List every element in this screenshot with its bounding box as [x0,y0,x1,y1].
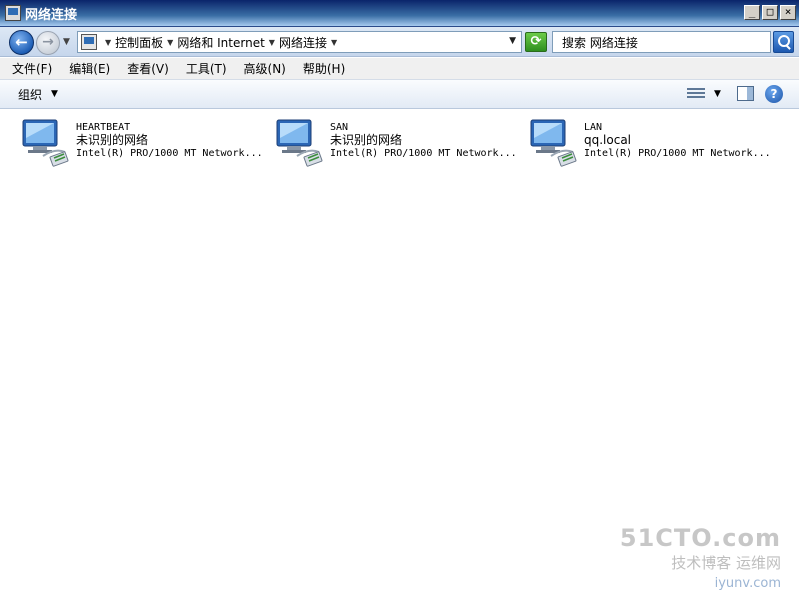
watermark-ops: 运维网 [735,554,781,572]
menu-advanced[interactable]: 高级(N) [244,60,286,77]
network-connection-icon [276,119,323,167]
views-dropdown-icon[interactable]: ▼ [714,89,721,99]
views-icon[interactable] [687,86,705,101]
connection-device: Intel(R) PRO/1000 MT Network... [76,148,263,159]
organize-button[interactable]: 组织 [18,86,42,103]
connection-device: Intel(R) PRO/1000 MT Network... [584,148,771,159]
command-bar: 组织 ▼ ▼ ? [0,79,799,109]
connection-item-san[interactable]: SAN 未识别的网络 Intel(R) PRO/1000 MT Network.… [275,118,525,168]
search-icon[interactable] [773,31,794,53]
search-input[interactable]: 搜索 网络连接 [552,31,771,53]
menu-bar: 文件(F) 编辑(E) 查看(V) 工具(T) 高级(N) 帮助(H) [0,58,799,79]
chevron-right-icon[interactable]: ▼ [105,38,111,47]
breadcrumb-control-panel[interactable]: 控制面板 [115,34,163,51]
breadcrumb-network-internet[interactable]: 网络和 Internet [177,34,264,51]
watermark-domain-text: iyunv.com [714,576,781,591]
window-title: 网络连接 [25,7,78,23]
watermark-domain: iyunv.com [620,573,781,591]
search-placeholder: 搜索 网络连接 [562,35,638,50]
watermark: 51CTO.com 技术博客 运维网 iyunv.com [620,524,781,591]
menu-view[interactable]: 查看(V) [127,60,169,77]
control-panel-icon [81,34,97,50]
connection-details: LAN qq.local Intel(R) PRO/1000 MT Networ… [584,121,771,160]
connection-status: 未识别的网络 [330,133,403,147]
watermark-blog: 技术博客 [671,554,732,572]
breadcrumb-network-connections[interactable]: 网络连接 [279,34,327,51]
help-icon[interactable]: ? [765,85,783,103]
connection-details: SAN 未识别的网络 Intel(R) PRO/1000 MT Network.… [330,121,517,160]
menu-edit[interactable]: 编辑(E) [69,60,110,77]
window-icon [5,5,21,21]
menu-help[interactable]: 帮助(H) [303,60,345,77]
network-connection-icon [530,119,577,167]
address-bar[interactable]: ▼ 控制面板 ▼ 网络和 Internet ▼ 网络连接 ▼ ▼ [77,31,522,53]
address-history-dropdown-icon[interactable]: ▼ [509,36,516,46]
connection-status: 未识别的网络 [76,133,149,147]
menu-tools[interactable]: 工具(T) [186,60,227,77]
chevron-down-icon[interactable]: ▼ [331,38,337,47]
preview-pane-icon[interactable] [737,86,754,101]
navigation-bar: ← → ▼ ▼ 控制面板 ▼ 网络和 Internet ▼ 网络连接 ▼ ▼ ⟳… [0,27,799,57]
connections-view: HEARTBEAT 未识别的网络 Intel(R) PRO/1000 MT Ne… [0,110,799,599]
title-bar: 网络连接 _ □ × [0,0,799,27]
watermark-site: 51CTO.com [619,524,781,552]
connection-details: HEARTBEAT 未识别的网络 Intel(R) PRO/1000 MT Ne… [76,121,263,160]
network-connection-icon [22,119,69,167]
maximize-button[interactable]: □ [762,5,778,20]
minimize-button[interactable]: _ [744,5,760,20]
chevron-right-icon[interactable]: ▼ [167,38,173,47]
connection-item-heartbeat[interactable]: HEARTBEAT 未识别的网络 Intel(R) PRO/1000 MT Ne… [21,118,271,168]
close-button[interactable]: × [780,5,796,20]
connection-item-lan[interactable]: LAN qq.local Intel(R) PRO/1000 MT Networ… [529,118,779,168]
recent-pages-dropdown-icon[interactable]: ▼ [63,37,70,47]
refresh-button[interactable]: ⟳ [525,32,547,52]
forward-button[interactable]: → [36,31,60,55]
back-button[interactable]: ← [9,30,34,55]
chevron-down-icon[interactable]: ▼ [51,89,58,99]
window-controls: _ □ × [744,5,796,20]
watermark-subtitle: 技术博客 运维网 [620,552,781,573]
connection-device: Intel(R) PRO/1000 MT Network... [330,148,517,159]
connection-status: qq.local [584,133,632,147]
menu-file[interactable]: 文件(F) [12,60,52,77]
chevron-right-icon[interactable]: ▼ [269,38,275,47]
